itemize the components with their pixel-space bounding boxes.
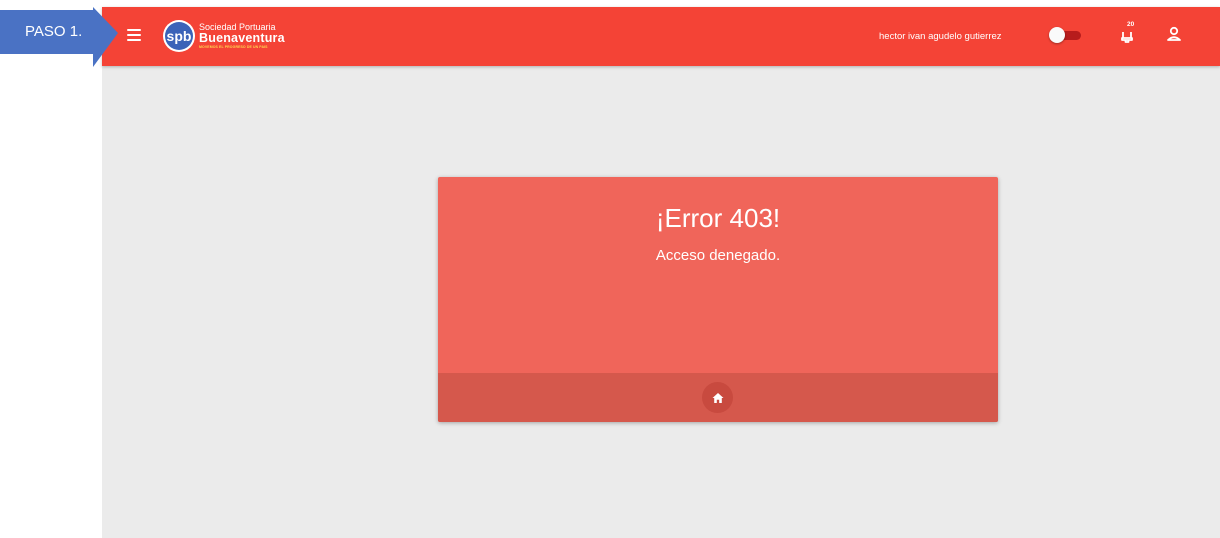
account-button[interactable] (1165, 23, 1183, 45)
logo-mark-icon: spb (163, 20, 195, 52)
user-name[interactable]: hector ivan agudelo gutierrez (879, 31, 1002, 42)
top-app-bar: spb Sociedad Portuaria Buenaventura MOVE… (102, 7, 1220, 66)
logo-mark-text: spb (167, 28, 192, 44)
error-title: ¡Error 403! (655, 203, 781, 233)
home-button[interactable] (702, 382, 733, 413)
hamburger-menu-icon[interactable] (124, 25, 144, 45)
app-frame: spb Sociedad Portuaria Buenaventura MOVE… (102, 7, 1220, 538)
error-card: ¡Error 403! Acceso denegado. (438, 177, 998, 422)
notifications-count: 20 (1127, 21, 1135, 28)
logo-line-2: Buenaventura (199, 31, 285, 45)
logo-text: Sociedad Portuaria Buenaventura MOVEMOS … (199, 23, 285, 49)
card-footer (438, 373, 998, 422)
error-message: Acceso denegado. (655, 247, 781, 264)
logo-tagline: MOVEMOS EL PROGRESO DE UN PAIS (199, 44, 268, 49)
theme-toggle[interactable] (1049, 27, 1081, 43)
notifications-button[interactable]: 20 (1120, 21, 1142, 47)
company-logo[interactable]: spb Sociedad Portuaria Buenaventura MOVE… (162, 19, 285, 53)
step-label: PASO 1. (25, 23, 83, 40)
step-annotation: PASO 1. (0, 7, 118, 67)
person-icon (1167, 26, 1181, 41)
toggle-knob (1049, 27, 1065, 43)
bell-icon (1121, 32, 1133, 43)
home-icon (712, 392, 723, 403)
